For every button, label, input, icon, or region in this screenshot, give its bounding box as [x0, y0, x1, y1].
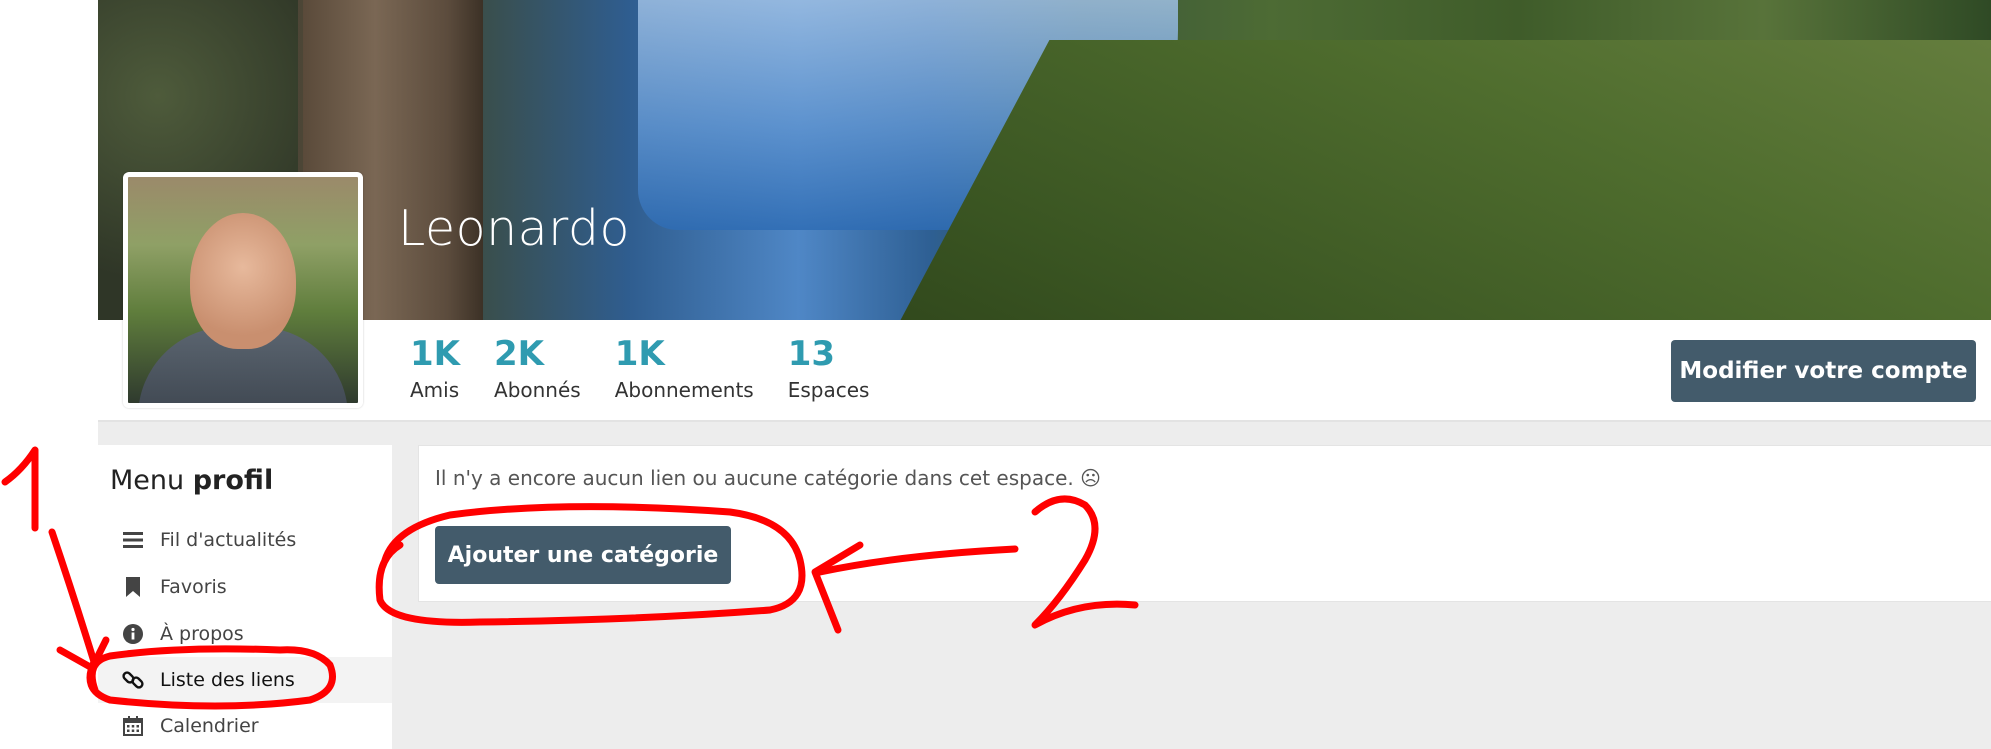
menu-item-news-feed[interactable]: Fil d'actualités: [98, 517, 392, 563]
menu-item-link-list[interactable]: Liste des liens: [98, 657, 392, 703]
stat-following[interactable]: 1K Abonnements: [615, 334, 754, 402]
stat-followers[interactable]: 2K Abonnés: [494, 334, 581, 402]
menu-item-label: Favoris: [160, 576, 227, 598]
menu-item-calendar[interactable]: Calendrier: [98, 703, 392, 749]
stat-label: Amis: [410, 378, 460, 402]
menu-title: Menu profil: [110, 465, 273, 496]
menu-item-label: À propos: [160, 623, 244, 645]
links-panel: Il n'y a encore aucun lien ou aucune cat…: [418, 445, 1991, 602]
empty-state-message: Il n'y a encore aucun lien ou aucune cat…: [435, 466, 1101, 490]
menu-item-label: Calendrier: [160, 715, 259, 737]
add-category-button[interactable]: Ajouter une catégorie: [435, 526, 731, 584]
profile-menu: Menu profil Fil d'actualités Favoris À p…: [98, 445, 392, 749]
stat-label: Abonnements: [614, 378, 754, 402]
menu-title-prefix: Menu: [110, 465, 185, 496]
cover-image: [98, 0, 1991, 320]
stat-value: 1K: [614, 334, 665, 374]
annotation-number-one: [1, 446, 39, 532]
edit-account-button[interactable]: Modifier votre compte: [1671, 340, 1976, 402]
stat-value: 2K: [494, 334, 545, 374]
stat-friends[interactable]: 1K Amis: [410, 334, 460, 402]
stat-spaces[interactable]: 13 Espaces: [788, 334, 870, 402]
menu-item-label: Liste des liens: [160, 669, 295, 691]
bookmark-icon: [122, 576, 144, 598]
menu-item-label: Fil d'actualités: [160, 529, 297, 551]
link-icon: [122, 669, 144, 691]
annotation-arrow-one: [48, 528, 99, 669]
profile-name: Leonardo: [398, 200, 631, 257]
calendar-icon: [122, 715, 144, 737]
avatar[interactable]: [123, 172, 363, 408]
info-icon: [122, 623, 144, 645]
menu-item-about[interactable]: À propos: [98, 611, 392, 657]
stat-label: Abonnés: [494, 378, 581, 402]
stat-value: 13: [787, 334, 836, 374]
stat-value: 1K: [410, 334, 461, 374]
profile-stats: 1K Amis 2K Abonnés 1K Abonnements 13 Esp…: [410, 334, 903, 402]
header-divider: [98, 420, 1991, 422]
menu-item-favorites[interactable]: Favoris: [98, 564, 392, 610]
menu-title-bold: profil: [192, 465, 274, 496]
stat-label: Espaces: [787, 378, 870, 402]
bars-icon: [122, 529, 144, 551]
